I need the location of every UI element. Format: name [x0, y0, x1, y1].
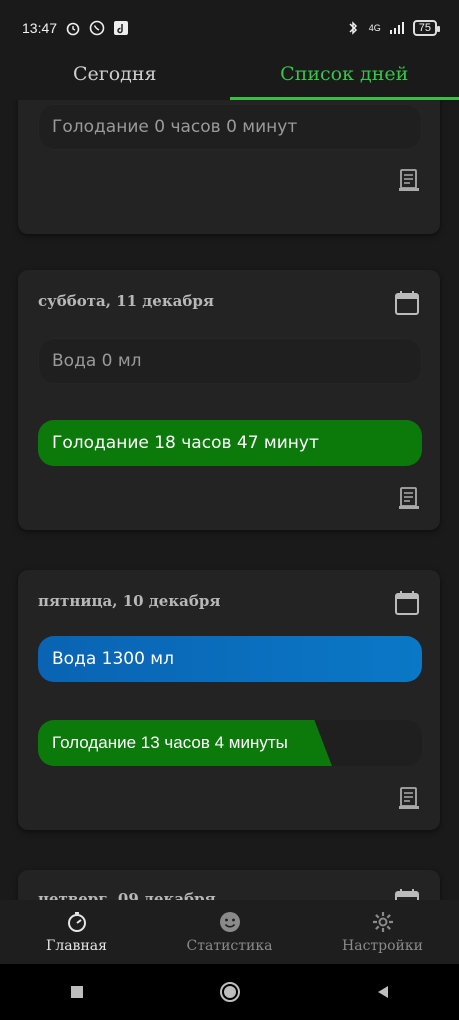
calendar-icon[interactable] — [394, 590, 420, 616]
calendar-icon[interactable] — [394, 888, 420, 900]
fasting-entry[interactable]: Голодание 0 часов 0 минут — [38, 104, 422, 150]
calendar-icon[interactable] — [394, 290, 420, 316]
nav-settings[interactable]: Настройки — [306, 900, 459, 964]
bluetooth-icon — [349, 21, 357, 35]
nav-stats[interactable]: Статистика — [153, 900, 306, 964]
water-entry[interactable]: Вода 1300 мл — [38, 636, 422, 682]
water-entry-text: Вода 1300 мл — [52, 649, 174, 669]
tab-days-list[interactable]: Список дней — [229, 56, 459, 100]
fasting-entry[interactable]: Голодание 13 часов 4 минуты — [38, 720, 422, 766]
nav-home-label: Главная — [46, 938, 107, 954]
day-card: пятница, 10 декабря Вода 1300 мл Голодан… — [18, 570, 440, 830]
water-entry[interactable]: Вода 0 мл — [38, 338, 422, 384]
music-app-icon — [114, 21, 129, 35]
status-time: 13:47 — [22, 20, 58, 36]
day-date: четверг, 09 декабря — [38, 890, 216, 900]
fasting-entry-text: Голодание 13 часов 4 минуты — [52, 733, 288, 752]
gear-icon — [372, 912, 393, 932]
nav-settings-label: Настройки — [342, 938, 423, 954]
tab-today[interactable]: Сегодня — [0, 56, 230, 100]
nav-home[interactable]: Главная — [0, 900, 153, 964]
status-bar: 13:47 4G 75 — [0, 0, 459, 56]
fasting-entry-text: Голодание 18 часов 47 минут — [52, 433, 319, 453]
day-date: суббота, 11 декабря — [38, 292, 214, 310]
day-date: пятница, 10 декабря — [38, 592, 221, 610]
network-type: 4G — [368, 23, 381, 33]
fasting-entry-text: Голодание 0 часов 0 минут — [52, 117, 298, 137]
square-icon — [70, 986, 83, 998]
timer-icon — [67, 912, 86, 932]
day-card: Голодание 0 часов 0 минут — [18, 100, 440, 234]
system-navigation-bar — [0, 964, 459, 1020]
status-left: 13:47 — [22, 20, 129, 36]
home-button[interactable] — [216, 978, 244, 1006]
water-entry-text: Вода 0 мл — [52, 351, 142, 371]
viber-icon — [89, 20, 105, 36]
bottom-navigation: Главная Статистика Настройки — [0, 900, 459, 964]
days-list[interactable]: Голодание 0 часов 0 минут суббота, 11 де… — [0, 100, 459, 900]
nav-stats-label: Статистика — [186, 938, 273, 954]
circle-icon — [219, 982, 240, 1002]
back-button[interactable] — [369, 978, 397, 1006]
top-tabs: Сегодня Список дней — [0, 56, 459, 100]
fasting-progress: Голодание 13 часов 4 минуты — [38, 720, 332, 766]
recents-button[interactable] — [63, 978, 91, 1006]
notes-icon[interactable] — [398, 786, 420, 810]
smiley-icon — [219, 912, 240, 932]
status-right: 4G 75 — [345, 20, 441, 36]
fasting-entry[interactable]: Голодание 18 часов 47 минут — [38, 420, 422, 466]
day-card: четверг, 09 декабря — [18, 870, 440, 900]
notes-icon[interactable] — [398, 486, 420, 510]
battery-indicator: 75 — [412, 20, 441, 36]
back-triangle-icon — [377, 986, 388, 998]
signal-icon — [389, 22, 404, 34]
day-card: суббота, 11 декабря Вода 0 мл Голодание … — [18, 270, 440, 530]
alarm-icon — [66, 22, 80, 36]
notes-icon[interactable] — [398, 168, 420, 192]
